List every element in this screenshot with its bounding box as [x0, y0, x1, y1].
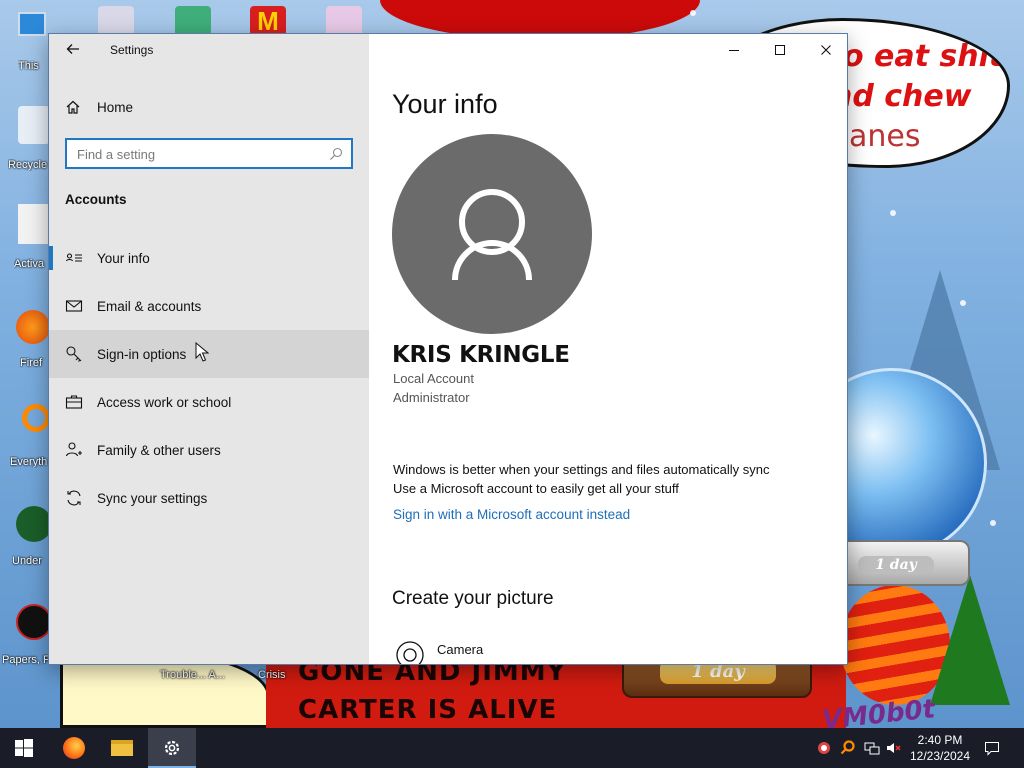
close-button[interactable] [803, 34, 847, 66]
home-nav-item[interactable]: Home [65, 94, 133, 120]
minimize-icon [729, 50, 739, 51]
sidebar-item-label: Your info [97, 250, 150, 266]
sidebar-item-email-accounts[interactable]: Email & accounts [49, 282, 369, 330]
sidebar-item-label: Sign-in options [97, 346, 187, 362]
snowflake [890, 210, 896, 216]
maximize-button[interactable] [757, 34, 803, 66]
user-name: KRIS KRINGLE [392, 342, 570, 368]
camera-option[interactable]: Camera [395, 640, 484, 664]
sidebar-item-label: Family & other users [97, 442, 221, 458]
taskbar-settings[interactable] [148, 728, 196, 768]
search-app-icon[interactable] [22, 404, 50, 432]
tray-app-icon[interactable] [816, 740, 832, 756]
home-icon [66, 100, 80, 114]
desktop-icon-label[interactable]: Trouble... A... [160, 669, 225, 681]
game-icon[interactable] [16, 506, 52, 542]
speech-text-line: nd chew [831, 79, 972, 114]
key-icon [66, 346, 82, 362]
sidebar-item-family-other-users[interactable]: Family & other users [49, 426, 369, 474]
taskbar-file-explorer[interactable] [98, 728, 146, 768]
sidebar-item-label: Email & accounts [97, 298, 202, 314]
page-title: Your info [392, 89, 498, 119]
camera-icon [396, 641, 424, 664]
globe-label: 1 day [858, 556, 934, 574]
search-icon [330, 147, 343, 160]
section-heading: Accounts [65, 192, 127, 207]
settings-icon [164, 740, 180, 756]
app-icon[interactable] [98, 6, 134, 36]
camera-label: Camera [437, 641, 484, 657]
settings-main-pane: Your info KRIS KRINGLE Local Account Adm… [369, 34, 847, 664]
start-button[interactable] [0, 728, 48, 768]
sidebar-item-sync-settings[interactable]: Sync your settings [49, 474, 369, 522]
back-button[interactable] [59, 40, 87, 62]
desktop-shortcut[interactable] [14, 8, 50, 44]
network-icon[interactable] [864, 740, 880, 756]
search-input[interactable] [77, 144, 317, 164]
banner-text-line: CARTER IS ALIVE [298, 695, 558, 725]
sidebar-item-access-work-school[interactable]: Access work or school [49, 378, 369, 426]
account-role: Administrator [393, 390, 470, 405]
firefox-icon [63, 737, 85, 759]
mcdonalds-icon[interactable]: M [250, 6, 286, 36]
speech-text-line: o eat shit [843, 39, 1004, 74]
snowflake [690, 10, 696, 16]
create-picture-heading: Create your picture [392, 588, 554, 609]
taskbar-clock[interactable]: 2:40 PM 12/23/2024 [904, 732, 976, 764]
avatar[interactable] [392, 134, 592, 334]
briefcase-icon [65, 395, 83, 409]
microsoft-account-link[interactable]: Sign in with a Microsoft account instead [393, 507, 630, 522]
home-label: Home [97, 99, 134, 115]
recycle-bin-icon[interactable] [18, 106, 50, 144]
sidebar-item-sign-in-options[interactable]: Sign-in options [49, 330, 369, 378]
close-icon [821, 45, 831, 55]
sidebar-item-label: Sync your settings [97, 490, 208, 506]
your-info-icon [65, 253, 82, 262]
computer-icon [18, 12, 46, 36]
clock-time: 2:40 PM [917, 733, 963, 747]
tray-search-app-icon[interactable] [840, 740, 856, 756]
sidebar-item-label: Access work or school [97, 394, 232, 410]
account-type: Local Account [393, 371, 474, 386]
person-add-icon [65, 442, 82, 457]
back-arrow-icon [66, 44, 79, 54]
app-icon[interactable] [326, 6, 362, 36]
sync-description: Use a Microsoft account to easily get al… [393, 481, 679, 496]
mouse-cursor-icon [195, 342, 209, 362]
minimize-button[interactable] [711, 34, 757, 66]
speech-text-line: anes [849, 119, 921, 154]
app-icon[interactable] [175, 6, 211, 36]
user-avatar-icon [452, 189, 532, 281]
game-icon[interactable] [16, 604, 52, 640]
sync-description: Windows is better when your settings and… [393, 462, 770, 477]
christmas-tree-icon [930, 575, 1010, 705]
taskbar: 2:40 PM 12/23/2024 [0, 728, 1024, 768]
clock-date: 12/23/2024 [909, 749, 971, 763]
taskbar-firefox[interactable] [50, 728, 98, 768]
sidebar-item-your-info[interactable]: Your info [49, 234, 369, 282]
start-icon [15, 739, 33, 757]
settings-window: Settings Home Accounts Your info Email &… [48, 33, 848, 665]
sync-icon [67, 490, 81, 506]
window-title: Settings [110, 43, 154, 57]
file-explorer-icon [111, 740, 133, 756]
mail-icon [65, 300, 83, 312]
maximize-icon [775, 45, 785, 55]
settings-sidebar: Settings Home Accounts Your info Email &… [49, 34, 369, 664]
action-center-icon[interactable] [984, 740, 1000, 756]
firefox-icon[interactable] [16, 310, 50, 344]
desktop-icon-label[interactable]: Crisis [258, 669, 286, 681]
volume-muted-icon[interactable] [886, 740, 902, 756]
snowflake [990, 520, 996, 526]
search-box[interactable] [65, 138, 353, 169]
app-icon[interactable] [18, 204, 48, 244]
